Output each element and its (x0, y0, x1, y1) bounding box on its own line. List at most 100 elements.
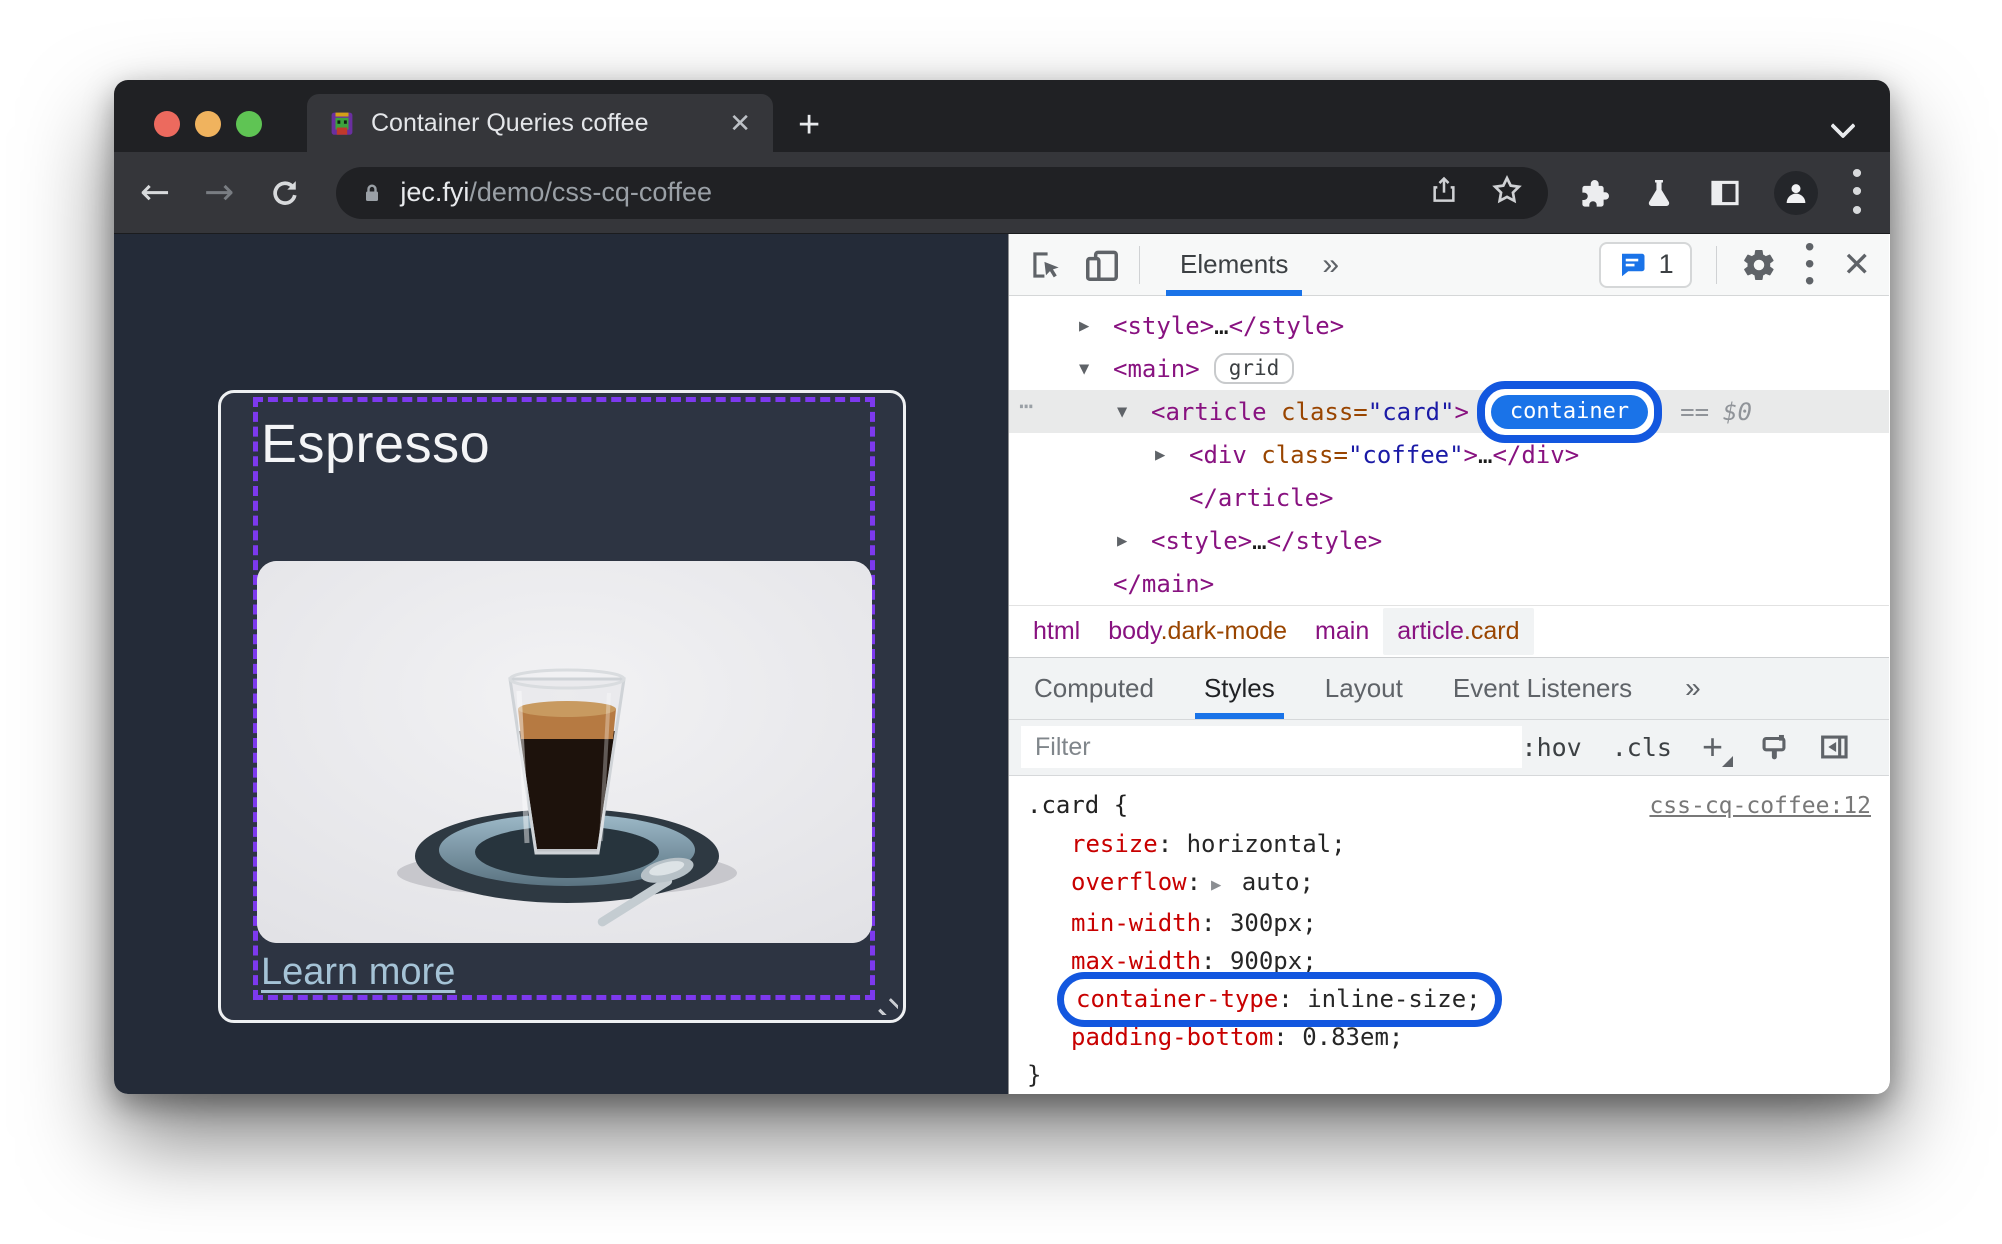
css-properties: resize: horizontal; overflow: ▶ auto; min-w… (1027, 825, 1871, 1056)
more-sidebar-tabs-icon[interactable]: » (1685, 672, 1701, 704)
breadcrumb-item[interactable]: article.card (1383, 607, 1534, 655)
dom-token: … (1214, 311, 1229, 340)
dom-tree-row[interactable]: ▶ <div class= "coffee" >… </div> (1009, 433, 1889, 476)
tab-close-icon[interactable]: ✕ (729, 110, 751, 136)
espresso-card[interactable]: Espresso Learn more (218, 390, 906, 1023)
dom-tree-row[interactable]: </article> (1009, 476, 1889, 519)
toggle-classes[interactable]: .cls (1612, 733, 1672, 762)
forward-button[interactable]: → (204, 174, 234, 211)
container-badge[interactable]: container (1490, 394, 1649, 429)
expand-arrow-icon[interactable]: ▶ (1155, 445, 1189, 465)
css-property-line[interactable]: resize: horizontal; (1027, 825, 1871, 863)
sidebar-tab-computed[interactable]: Computed (1009, 657, 1179, 719)
dom-tree-row[interactable]: ▼ <main> grid (1009, 347, 1889, 390)
paint-brush-icon[interactable] (1757, 730, 1791, 764)
minimize-window-button[interactable] (195, 111, 221, 137)
sidebar-tab-layout[interactable]: Layout (1300, 657, 1428, 719)
css-property-line[interactable]: overflow: ▶ auto; (1027, 863, 1871, 904)
share-icon[interactable] (1428, 174, 1460, 211)
dom-tree-row[interactable]: </main> (1009, 562, 1889, 605)
browser-toolbar: ← → jec.fyi/demo/css-cq-coffee • • • (114, 152, 1890, 234)
dom-token: "coffee" (1347, 440, 1464, 469)
tab-title: Container Queries coffee (371, 108, 649, 137)
css-property-line[interactable]: container-type: inline-size; (1027, 972, 1871, 1027)
dom-token: <article (1151, 397, 1267, 426)
issues-badge[interactable]: 1 (1598, 241, 1692, 288)
dom-token: </article> (1189, 483, 1334, 512)
annotation-ring: container (1476, 380, 1663, 443)
close-window-button[interactable] (154, 111, 180, 137)
css-source-link[interactable]: css-cq-coffee:12 (1649, 787, 1871, 825)
devtools-toolbar: Elements » 1 • • • ✕ (1009, 233, 1889, 296)
css-rule-close: } (1027, 1061, 1042, 1089)
annotation-ring: container-type: inline-size; (1057, 972, 1502, 1027)
breadcrumb-item[interactable]: body.dark-mode (1094, 608, 1301, 655)
breadcrumb-item[interactable]: main (1301, 608, 1383, 655)
expand-arrow-icon[interactable]: ▶ (1079, 316, 1113, 336)
active-tab-underline (1166, 289, 1303, 296)
expand-arrow-icon[interactable]: ▼ (1117, 402, 1151, 422)
dom-token: $0 (1723, 397, 1752, 426)
grid-badge[interactable]: grid (1213, 353, 1295, 384)
browser-tab[interactable]: Container Queries coffee ✕ (307, 94, 773, 152)
expand-arrow-icon[interactable]: ▼ (1079, 359, 1113, 379)
browser-menu-icon[interactable]: • • • (1850, 158, 1864, 225)
styles-filter-input[interactable] (1021, 726, 1522, 769)
flask-beaker-icon[interactable] (1642, 176, 1676, 210)
toggle-hover-state[interactable]: :hov (1522, 733, 1582, 762)
chevron-down-icon[interactable] (1832, 114, 1854, 136)
sidebar-tab-styles[interactable]: Styles (1179, 657, 1300, 720)
css-rule-selector[interactable]: .card { (1027, 786, 1128, 824)
more-panels-icon[interactable]: » (1322, 248, 1339, 282)
dom-token: … (1478, 440, 1493, 469)
url-bar[interactable]: jec.fyi/demo/css-cq-coffee (336, 166, 1548, 219)
dom-tree-row[interactable]: ▶ <style>… </style> (1009, 519, 1889, 562)
toggle-sidebar-icon[interactable] (1817, 730, 1851, 764)
dom-tree-row[interactable]: ⋯ ▼ <article class= "card" > container == $0 (1009, 380, 1889, 443)
screenshot-canvas: { "browser": { "tab_title": "Container Q… (0, 0, 2002, 1244)
url-domain: jec.fyi (400, 177, 470, 207)
dom-token: </main> (1113, 569, 1215, 598)
sidebar-tabs: Computed Styles Layout Event Listeners » (1009, 656, 1889, 720)
card-title: Espresso (261, 414, 491, 474)
css-property-line[interactable]: min-width: 300px; (1027, 904, 1871, 942)
issues-count: 1 (1658, 249, 1674, 279)
tab-elements[interactable]: Elements (1166, 234, 1303, 296)
settings-gear-icon[interactable] (1741, 247, 1777, 283)
resize-handle[interactable] (874, 991, 898, 1015)
new-tab-button[interactable]: + (798, 106, 820, 144)
extensions-puzzle-icon[interactable] (1576, 176, 1610, 210)
breadcrumb-item[interactable]: html (1019, 608, 1094, 655)
learn-more-link[interactable]: Learn more (261, 951, 455, 994)
dom-tree-row[interactable]: ▶ <style>… </style> (1009, 304, 1889, 347)
favicon-icon (331, 112, 353, 135)
reload-button[interactable] (268, 176, 302, 210)
devtools-close-icon[interactable]: ✕ (1843, 245, 1872, 285)
traffic-lights (154, 111, 262, 137)
inspect-element-icon[interactable] (1027, 246, 1065, 284)
dom-token: </style> (1266, 526, 1383, 555)
row-menu-icon[interactable]: ⋯ (1019, 392, 1034, 420)
sidebar-tab-event-listeners[interactable]: Event Listeners (1428, 657, 1657, 719)
side-panel-icon[interactable] (1708, 176, 1742, 210)
tab-strip: Container Queries coffee ✕ + (114, 80, 1890, 152)
back-button[interactable]: ← (140, 174, 170, 211)
bookmark-star-icon[interactable] (1490, 173, 1524, 212)
dom-token: </style> (1228, 311, 1345, 340)
issues-chat-icon (1621, 253, 1645, 276)
dom-token: > (1454, 397, 1469, 426)
device-toolbar-icon[interactable] (1083, 246, 1121, 284)
url-path: /demo/css-cq-coffee (469, 177, 712, 207)
new-style-rule-icon[interactable]: + (1702, 729, 1734, 768)
dom-token: == (1680, 397, 1710, 426)
divider (1715, 245, 1717, 284)
devtools-menu-icon[interactable]: • • • (1805, 233, 1815, 295)
dom-token: class= (1246, 440, 1348, 469)
profile-avatar[interactable] (1774, 170, 1818, 215)
dom-token: <main> (1113, 354, 1200, 383)
expand-arrow-icon[interactable]: ▶ (1117, 531, 1151, 551)
zoom-window-button[interactable] (236, 111, 262, 137)
dom-token: <style> (1113, 311, 1215, 340)
dom-token: <div (1189, 440, 1247, 469)
browser-window: Container Queries coffee ✕ + ← → jec.fyi… (114, 80, 1890, 1094)
